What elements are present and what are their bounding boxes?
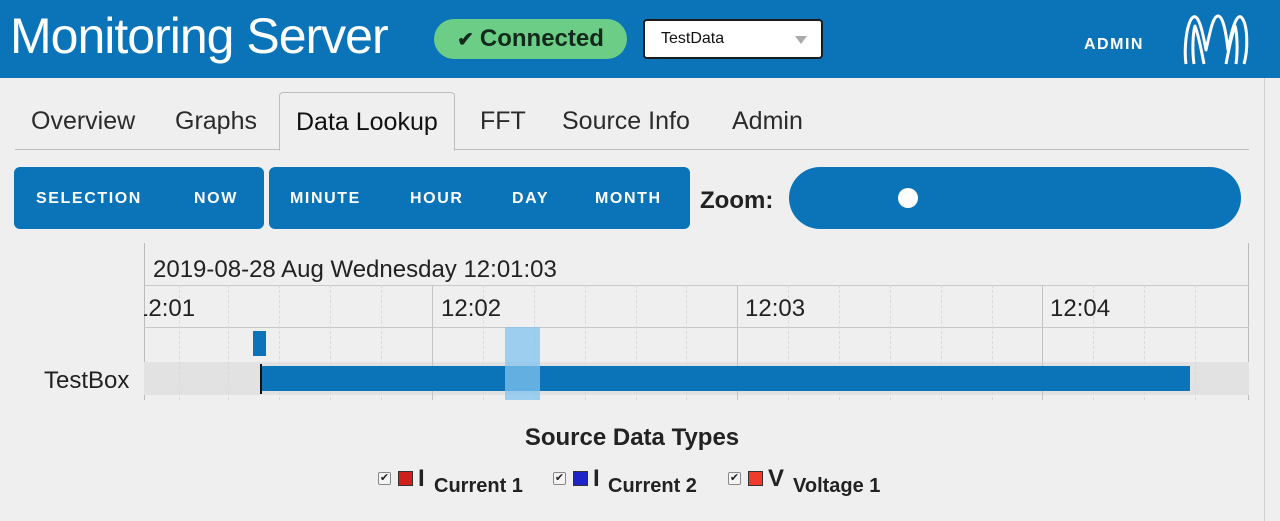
timeline-data-range-bar[interactable] (261, 366, 1190, 391)
scrollbar-edge (1264, 78, 1265, 521)
legend-color-swatch (748, 471, 763, 486)
zoom-label: Zoom: (700, 187, 774, 214)
legend-color-swatch (573, 471, 588, 486)
timeline-date-header: 2019-08-28 Aug Wednesday 12:01:03 (153, 256, 557, 283)
source-select-value: TestData (661, 30, 725, 47)
tab-data-lookup[interactable]: Data Lookup (279, 92, 455, 151)
admin-link[interactable]: ADMIN (1084, 36, 1144, 54)
main-tabs: Overview Graphs Data Lookup FFT Source I… (15, 92, 1249, 151)
zoom-slider-handle[interactable] (897, 188, 918, 208)
legend-title: Source Data Types (524, 424, 740, 451)
timeline-tick-label: 12:04 (1050, 295, 1111, 322)
range-button-group: MINUTE HOUR DAY MONTH (269, 167, 690, 229)
now-button[interactable]: NOW (194, 190, 238, 208)
app-title: Monitoring Server (10, 8, 389, 64)
legend-checkbox[interactable]: ✔ (728, 472, 741, 485)
tab-fft[interactable]: FFT (464, 92, 542, 150)
timeline-start-marker (260, 364, 262, 394)
checkmark-icon: ✔ (457, 28, 474, 51)
minute-button[interactable]: MINUTE (290, 190, 361, 208)
tab-graphs[interactable]: Graphs (159, 92, 273, 150)
timeline-tick-label: 12:03 (745, 295, 806, 322)
connection-status-badge: ✔ Connected (434, 19, 627, 59)
source-select[interactable]: TestData (643, 19, 823, 59)
tab-admin[interactable]: Admin (716, 92, 819, 150)
legend-label: Voltage 1 (793, 475, 881, 497)
legend-symbol: V (768, 465, 785, 492)
legend-label: Current 2 (608, 475, 697, 497)
selection-button-group: SELECTION NOW (14, 167, 264, 229)
tab-overview[interactable]: Overview (15, 92, 151, 150)
hour-button[interactable]: HOUR (410, 190, 464, 208)
tab-source-info[interactable]: Source Info (546, 92, 706, 150)
month-button[interactable]: MONTH (595, 190, 662, 208)
zoom-slider[interactable] (789, 167, 1241, 229)
legend-label: Current 1 (434, 475, 523, 497)
legend-symbol: I (593, 465, 600, 492)
timeline[interactable]: 2019-08-28 Aug Wednesday 12:01:03 12:01 … (144, 243, 1249, 400)
app-header: Monitoring Server ✔ Connected TestData A… (0, 0, 1280, 78)
legend-checkbox[interactable]: ✔ (378, 472, 391, 485)
timeline-event-marker[interactable] (253, 331, 266, 356)
legend-symbol: I (418, 465, 425, 492)
timeline-cursor[interactable] (505, 327, 540, 400)
legend-color-swatch (398, 471, 413, 486)
legend-checkbox[interactable]: ✔ (553, 472, 566, 485)
chevron-down-icon (795, 36, 807, 44)
selection-button[interactable]: SELECTION (36, 190, 142, 208)
brand-logo (1183, 14, 1249, 65)
timeline-row-label: TestBox (44, 367, 130, 394)
timeline-tick-label: 12:02 (441, 295, 502, 322)
day-button[interactable]: DAY (512, 190, 549, 208)
connection-status-label: Connected (479, 25, 604, 52)
timeline-tick-label: 12:01 (144, 295, 196, 322)
